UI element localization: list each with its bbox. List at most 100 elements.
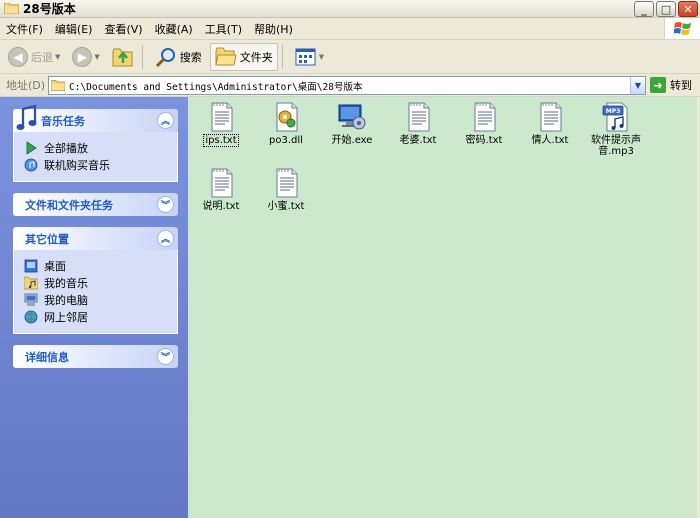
back-arrow-icon: ◀ — [8, 46, 28, 67]
my-music-link[interactable]: 我的音乐 — [24, 274, 167, 291]
folders-icon — [215, 47, 237, 65]
file-name: 开始.exe — [331, 135, 373, 146]
maximize-button[interactable]: □ — [656, 1, 676, 17]
other-places-header[interactable]: 其它位置 ︽ — [13, 227, 178, 250]
address-path: C:\Documents and Settings\Administrator\… — [69, 81, 363, 93]
menu-edit[interactable]: 编辑(E) — [49, 21, 99, 37]
mp3-file-icon — [600, 101, 632, 133]
file-name: po3.dll — [269, 135, 303, 146]
txt-file-icon — [534, 101, 566, 133]
file-tasks-header[interactable]: 文件和文件夹任务 ︾ — [13, 193, 178, 216]
file-tasks-panel: 文件和文件夹任务 ︾ — [13, 193, 178, 216]
desktop-icon — [24, 259, 38, 273]
desktop-link[interactable]: 桌面 — [24, 257, 167, 274]
views-icon — [295, 48, 316, 65]
file-item[interactable]: 密码.txt — [451, 101, 517, 146]
go-button[interactable]: ➜ 转到 — [650, 77, 692, 93]
search-button[interactable]: 搜索 — [151, 43, 206, 71]
forward-arrow-icon: ▶ — [72, 46, 93, 67]
file-name: 密码.txt — [465, 135, 503, 146]
windows-logo-icon — [664, 18, 700, 39]
file-item[interactable]: 开始.exe — [319, 101, 385, 146]
file-item[interactable]: ips.txt — [188, 101, 254, 147]
file-tasks-title: 文件和文件夹任务 — [25, 198, 113, 212]
txt-file-icon — [270, 167, 302, 199]
file-name: ips.txt — [203, 134, 239, 147]
txt-file-icon — [205, 101, 237, 133]
file-item[interactable]: 老婆.txt — [385, 101, 451, 146]
file-item[interactable]: 情人.txt — [517, 101, 583, 146]
menu-bar: 文件(F) 编辑(E) 查看(V) 收藏(A) 工具(T) 帮助(H) — [0, 18, 700, 40]
play-all-link[interactable]: 全部播放 — [24, 139, 167, 156]
task-pane: 音乐任务 ︽ 全部播放 联机购买音乐 文件和文件夹任务 ︾ 其它位置 ︽ 桌面 … — [0, 97, 188, 518]
chevron-down-icon: ▼ — [94, 52, 100, 61]
views-button[interactable]: ▼ — [291, 43, 328, 71]
file-item[interactable]: 小蜜.txt — [253, 167, 319, 212]
menu-view[interactable]: 查看(V) — [98, 21, 148, 37]
chevron-down-icon: ▼ — [55, 52, 61, 61]
window-controls: _ □ ✕ — [634, 1, 698, 17]
address-bar: 地址(D) C:\Documents and Settings\Administ… — [0, 74, 700, 97]
menu-help[interactable]: 帮助(H) — [248, 21, 299, 37]
folder-icon — [51, 80, 65, 91]
music-tasks-body: 全部播放 联机购买音乐 — [13, 132, 178, 182]
collapse-icon[interactable]: ︽ — [157, 112, 174, 129]
menu-favorites[interactable]: 收藏(A) — [149, 21, 199, 37]
music-tasks-title: 音乐任务 — [41, 114, 85, 128]
file-name: 说明.txt — [202, 201, 240, 212]
go-arrow-icon: ➜ — [650, 77, 666, 93]
toolbar-separator — [141, 44, 143, 69]
menu-tools[interactable]: 工具(T) — [199, 21, 248, 37]
address-dropdown-button[interactable]: ▼ — [630, 77, 645, 94]
dll-file-icon — [270, 101, 302, 133]
other-places-title: 其它位置 — [25, 232, 69, 246]
my-computer-link[interactable]: 我的电脑 — [24, 291, 167, 308]
minimize-button[interactable]: _ — [634, 1, 654, 17]
toolbar: ◀ 后退 ▼ ▶ ▼ 搜索 文件夹 ▼ — [0, 40, 700, 74]
forward-button[interactable]: ▶ ▼ — [68, 43, 103, 71]
close-button[interactable]: ✕ — [678, 1, 698, 17]
file-item[interactable]: po3.dll — [253, 101, 319, 146]
file-name: 小蜜.txt — [267, 201, 305, 212]
address-label: 地址(D) — [6, 79, 46, 92]
expand-icon[interactable]: ︾ — [157, 348, 174, 365]
menu-file[interactable]: 文件(F) — [0, 21, 49, 37]
file-item[interactable]: 软件提示声音.mp3 — [583, 101, 649, 157]
buy-music-online-link[interactable]: 联机购买音乐 — [24, 156, 167, 173]
chevron-down-icon: ▼ — [318, 52, 325, 61]
file-name: 情人.txt — [531, 135, 569, 146]
other-places-panel: 其它位置 ︽ 桌面 我的音乐 我的电脑 网上邻居 — [13, 227, 178, 334]
back-button[interactable]: ◀ 后退 ▼ — [4, 43, 64, 71]
exe-file-icon — [336, 101, 368, 133]
music-tasks-panel: 音乐任务 ︽ 全部播放 联机购买音乐 — [13, 104, 178, 182]
txt-file-icon — [468, 101, 500, 133]
network-icon — [24, 310, 38, 324]
window-title: 28号版本 — [23, 2, 76, 16]
search-icon — [155, 47, 175, 67]
expand-icon[interactable]: ︾ — [157, 196, 174, 213]
folder-icon — [4, 3, 19, 14]
collapse-icon[interactable]: ︽ — [157, 230, 174, 247]
file-list-view: ips.txt po3.dll 开始.exe 老婆.txt 密码.txt 情人.… — [188, 97, 700, 518]
file-name: 老婆.txt — [399, 135, 437, 146]
address-input[interactable]: C:\Documents and Settings\Administrator\… — [48, 76, 646, 95]
play-icon — [24, 141, 38, 155]
my-music-folder-icon — [24, 276, 38, 290]
folders-button[interactable]: 文件夹 — [209, 42, 278, 71]
details-header[interactable]: 详细信息 ︾ — [13, 345, 178, 368]
globe-music-icon — [24, 158, 38, 172]
toolbar-separator — [281, 44, 283, 69]
network-places-link[interactable]: 网上邻居 — [24, 308, 167, 325]
file-name: 软件提示声音.mp3 — [591, 135, 641, 157]
other-places-body: 桌面 我的音乐 我的电脑 网上邻居 — [13, 250, 178, 334]
txt-file-icon — [205, 167, 237, 199]
computer-icon — [24, 293, 38, 307]
file-item[interactable]: 说明.txt — [188, 167, 254, 212]
txt-file-icon — [402, 101, 434, 133]
music-note-icon — [16, 104, 37, 130]
details-panel: 详细信息 ︾ — [13, 345, 178, 368]
up-folder-button[interactable] — [108, 43, 138, 71]
details-title: 详细信息 — [25, 350, 69, 364]
music-tasks-header[interactable]: 音乐任务 ︽ — [13, 104, 178, 132]
up-folder-icon — [112, 48, 133, 66]
